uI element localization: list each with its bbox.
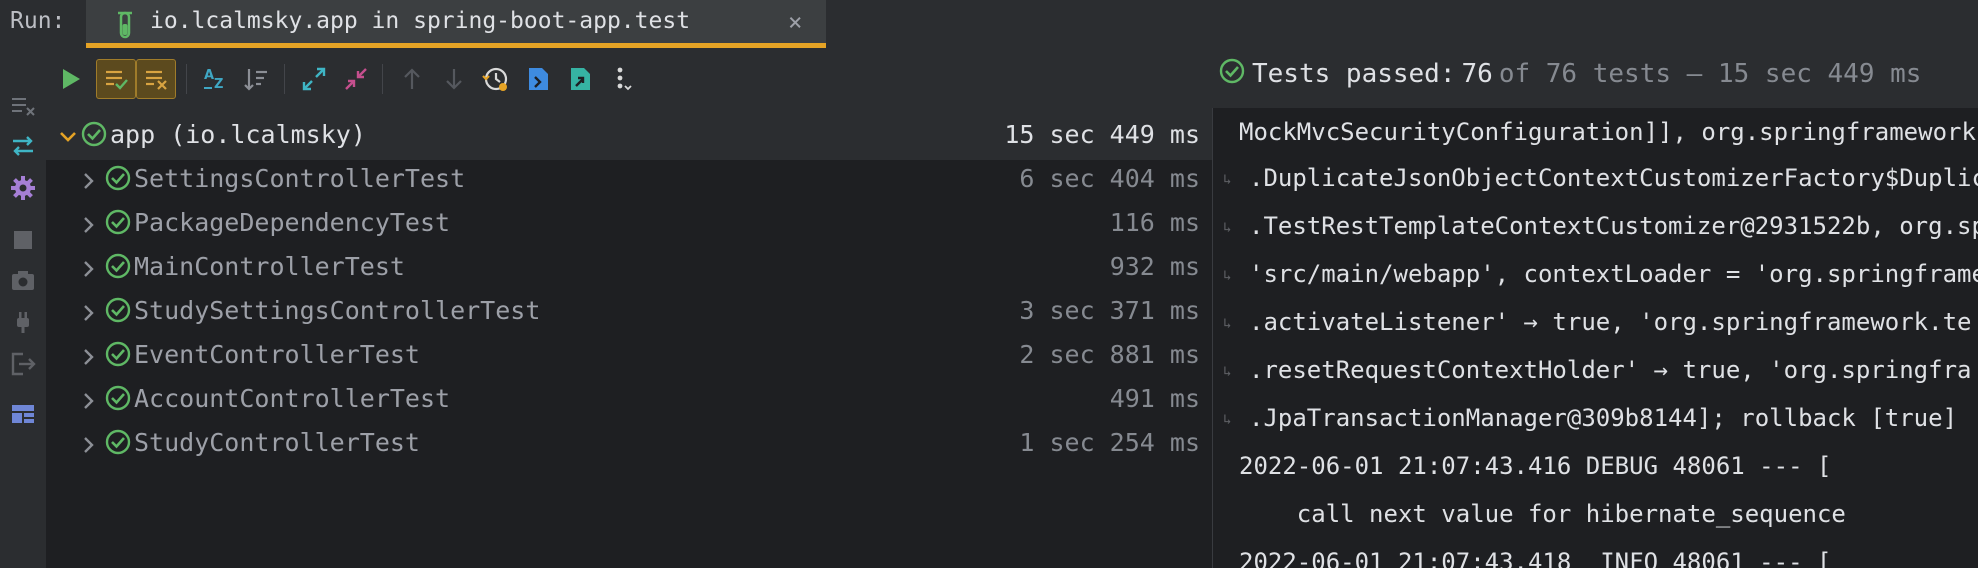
chevron-right-icon[interactable] [78, 300, 98, 321]
rerun-icon[interactable] [50, 59, 90, 99]
test-status: Tests passed: 76 of 76 tests – 15 sec 44… [1218, 54, 1921, 94]
console-line: .TestRestTemplateContextCustomizer@29315… [1249, 212, 1978, 240]
show-passed-icon[interactable] [96, 59, 136, 99]
chevron-down-icon[interactable] [58, 124, 78, 144]
tree-root-duration: 15 sec 449 ms [1004, 119, 1200, 149]
tree-row-name: MainControllerTest [134, 251, 405, 281]
left-tool-strip [0, 48, 47, 568]
tree-row-duration: 491 ms [1109, 383, 1200, 413]
run-toolwindow-header: Run: io.lcalmsky.app in spring-boot-app.… [0, 0, 1978, 49]
show-ignored-icon[interactable] [136, 59, 176, 99]
tree-row-duration: 2 sec 881 ms [1019, 339, 1200, 369]
tree-row-duration: 932 ms [1109, 251, 1200, 281]
sort-alpha-icon[interactable]: AZ [196, 59, 236, 99]
run-label: Run: [10, 8, 66, 34]
tree-row-name: SettingsControllerTest [134, 163, 466, 193]
run-tab-title: io.lcalmsky.app in spring-boot-app.test [150, 8, 691, 34]
chevron-right-icon[interactable] [78, 256, 98, 277]
soft-wrap-icon: ↳ [1223, 268, 1232, 284]
run-tab[interactable]: io.lcalmsky.app in spring-boot-app.test … [86, 0, 826, 48]
chevron-right-icon[interactable] [78, 432, 98, 453]
svg-text:A: A [204, 68, 214, 83]
exit-icon[interactable] [9, 350, 37, 378]
toolbar-separator [284, 64, 285, 94]
tree-row-duration: 3 sec 371 ms [1019, 295, 1200, 325]
console-line: 2022-06-01 21:07:43.418 INFO 48061 --- [ [1239, 548, 1832, 568]
soft-wrap-icon: ↳ [1223, 220, 1232, 236]
soft-wrap-icon: ↳ [1223, 412, 1232, 428]
toolbar-separator [186, 64, 187, 94]
console-output[interactable]: MockMvcSecurityConfiguration]], org.spri… [1213, 108, 1978, 568]
check-circle-icon [104, 384, 132, 412]
console-line: .activateListener' → true, 'org.springfr… [1249, 308, 1972, 336]
soft-wrap-icon: ↳ [1223, 172, 1232, 188]
toggle-layout-icon[interactable] [9, 132, 37, 160]
status-count: 76 [1461, 59, 1493, 89]
plug-icon[interactable] [9, 308, 37, 336]
check-circle-icon [104, 252, 132, 280]
chevron-right-icon[interactable] [78, 168, 98, 189]
test-tree: app (io.lcalmsky) 15 sec 449 ms Settings… [46, 108, 1212, 568]
tree-row-name: PackageDependencyTest [134, 207, 451, 237]
console-line: .resetRequestContextHolder' → true, 'org… [1249, 356, 1972, 384]
export-tests-icon[interactable] [560, 59, 600, 99]
console-line: .JpaTransactionManager@309b8144]; rollba… [1249, 404, 1958, 432]
chevron-right-icon[interactable] [78, 212, 98, 233]
test-runner-toolbar: AZ Tests passed: 76 of 76 tests – 15 sec… [46, 48, 1978, 109]
clear-output-icon[interactable] [9, 92, 37, 120]
tree-row-study-controller[interactable]: StudyControllerTest 1 sec 254 ms [46, 416, 1212, 468]
check-circle-icon [80, 120, 108, 148]
prev-failed-icon[interactable] [392, 59, 432, 99]
history-icon[interactable] [476, 59, 516, 99]
expand-all-icon[interactable] [294, 59, 334, 99]
more-options-icon[interactable] [602, 59, 642, 99]
stop-icon[interactable] [9, 226, 37, 254]
chevron-right-icon[interactable] [78, 344, 98, 365]
collapse-all-icon[interactable] [336, 59, 376, 99]
next-failed-icon[interactable] [434, 59, 474, 99]
console-line: MockMvcSecurityConfiguration]], org.spri… [1239, 118, 1976, 146]
close-icon[interactable]: × [788, 8, 802, 36]
check-circle-icon [104, 164, 132, 192]
tree-row-duration: 6 sec 404 ms [1019, 163, 1200, 193]
import-tests-icon[interactable] [518, 59, 558, 99]
tree-row-duration: 1 sec 254 ms [1019, 427, 1200, 457]
console-line: .DuplicateJsonObjectContextCustomizerFac… [1249, 164, 1978, 192]
tree-row-name: StudySettingsControllerTest [134, 295, 541, 325]
layout-grid-icon[interactable] [9, 400, 37, 428]
sort-duration-icon[interactable] [236, 59, 276, 99]
check-circle-icon [104, 340, 132, 368]
tree-row-name: StudyControllerTest [134, 427, 420, 457]
tree-root-name: app (io.lcalmsky) [110, 119, 366, 149]
console-line: call next value for hibernate_sequence [1239, 500, 1846, 528]
console-line: 'src/main/webapp', contextLoader = 'org.… [1249, 260, 1978, 288]
settings-gear-icon[interactable] [9, 174, 37, 202]
tree-row-duration: 116 ms [1109, 207, 1200, 237]
check-circle-icon [104, 296, 132, 324]
tree-row-name: AccountControllerTest [134, 383, 451, 413]
console-line: 2022-06-01 21:07:43.416 DEBUG 48061 --- … [1239, 452, 1832, 480]
camera-icon[interactable] [9, 266, 37, 294]
check-circle-icon [1218, 57, 1246, 92]
soft-wrap-icon: ↳ [1223, 316, 1232, 332]
status-rest: of 76 tests – 15 sec 449 ms [1498, 59, 1922, 89]
test-flask-icon [112, 10, 138, 44]
tree-row-name: EventControllerTest [134, 339, 420, 369]
check-circle-icon [104, 428, 132, 456]
status-prefix: Tests passed: [1252, 59, 1456, 89]
check-circle-icon [104, 208, 132, 236]
soft-wrap-icon: ↳ [1223, 364, 1232, 380]
chevron-right-icon[interactable] [78, 388, 98, 409]
svg-text:Z: Z [214, 77, 223, 92]
toolbar-separator [382, 64, 383, 94]
